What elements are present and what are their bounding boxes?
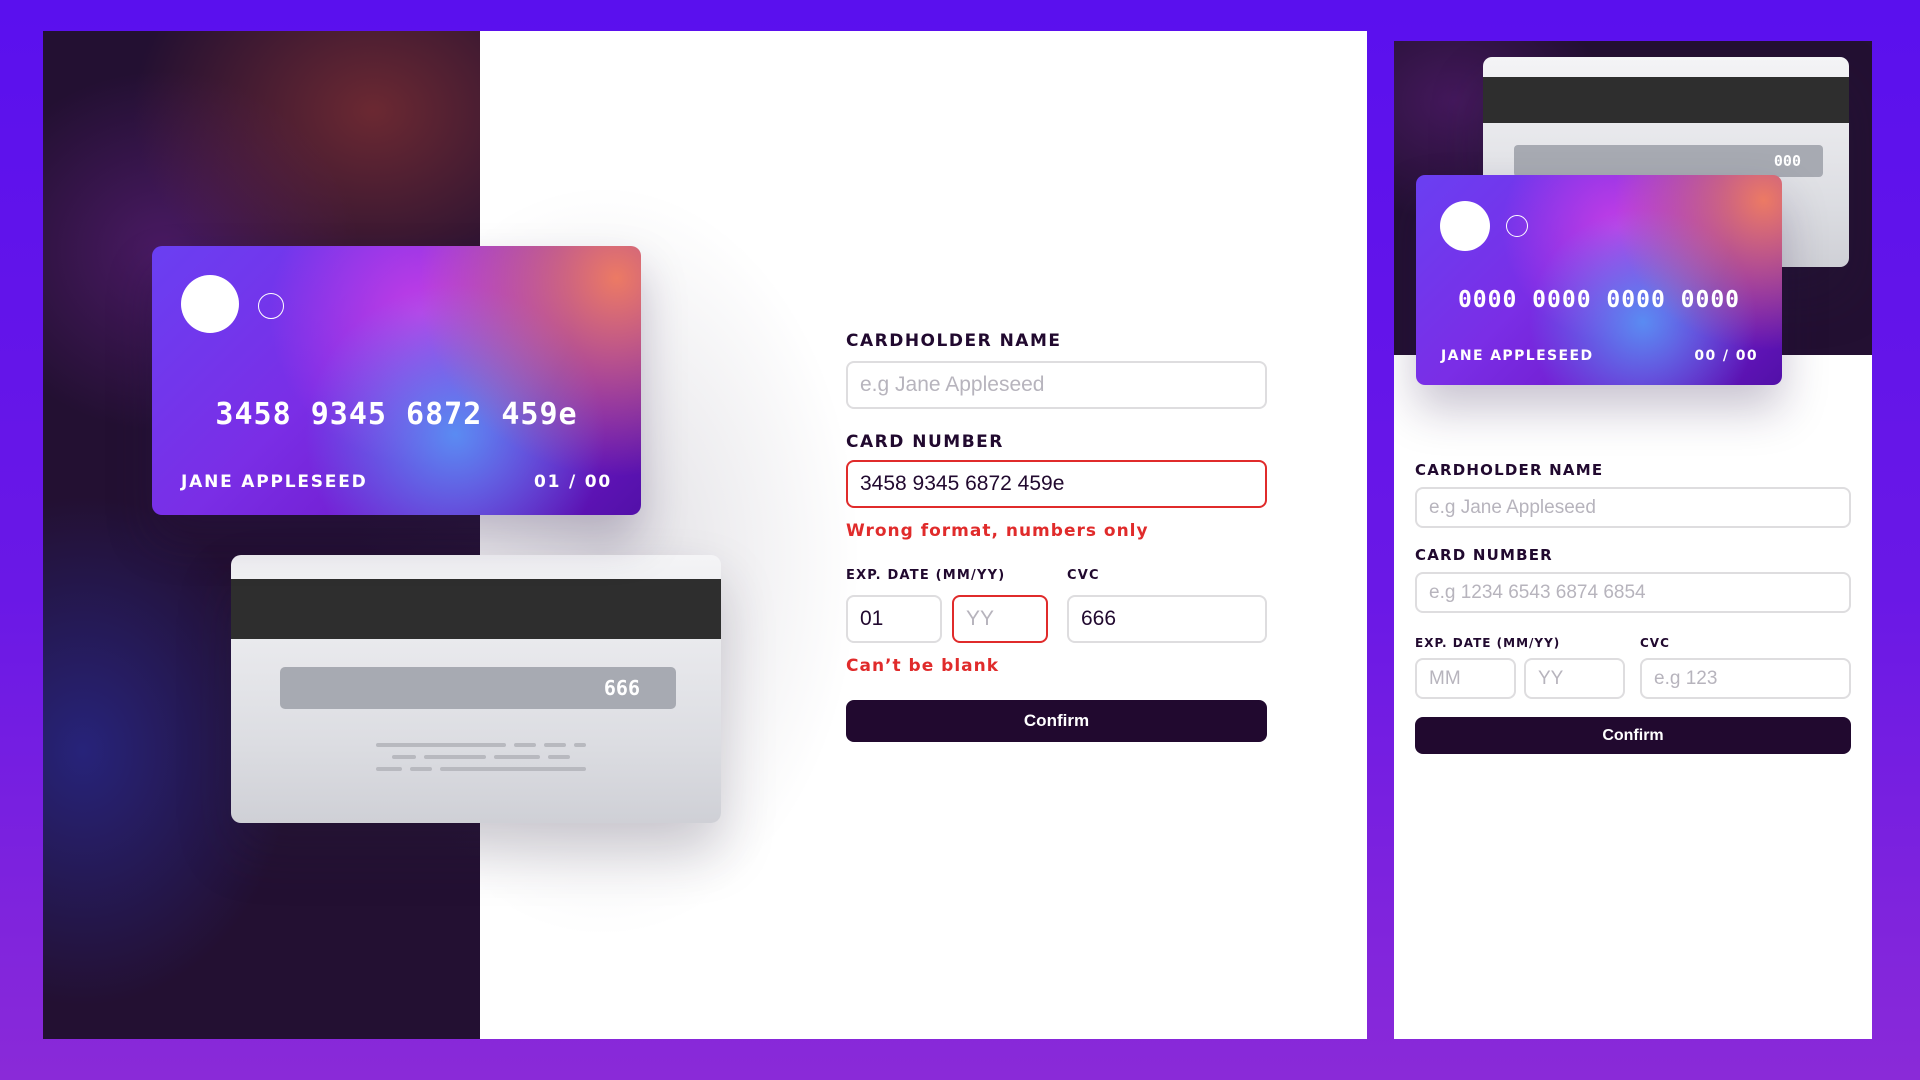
mobile-card-front: 0000 0000 0000 0000 JANE APPLESEED 00 / … xyxy=(1416,175,1782,385)
exp-date-label: EXP. DATE (MM/YY) xyxy=(846,568,1006,583)
cardholder-name-input[interactable] xyxy=(846,361,1267,409)
mobile-cvc-strip: 000 xyxy=(1514,145,1823,177)
signature-line xyxy=(424,755,486,759)
mobile-exp-year-input[interactable] xyxy=(1524,658,1625,699)
cardholder-name-label: CARDHOLDER NAME xyxy=(846,331,1062,351)
mobile-preview: 000 0000 0000 0000 0000 JANE APPLESEED 0… xyxy=(1394,41,1872,1039)
mobile-card-number-display: 0000 0000 0000 0000 xyxy=(1457,287,1741,313)
card-logo-circle xyxy=(181,275,239,333)
mobile-card-logo-circle xyxy=(1440,201,1490,251)
mobile-card-logo-ring xyxy=(1506,215,1528,237)
mobile-card-expiry-display: 00 / 00 xyxy=(1694,348,1758,364)
signature-line xyxy=(440,767,586,771)
signature-line xyxy=(574,743,586,747)
signature-line xyxy=(514,743,536,747)
mobile-card-back-cvc: 000 xyxy=(1773,152,1801,170)
card-back-cvc: 666 xyxy=(603,676,640,700)
magnetic-stripe xyxy=(231,579,721,639)
mobile-cardholder-name-input[interactable] xyxy=(1415,487,1851,528)
signature-line xyxy=(392,755,416,759)
mobile-card-number-input[interactable] xyxy=(1415,572,1851,613)
card-back: 666 xyxy=(231,555,721,823)
signature-line xyxy=(410,767,432,771)
cvc-strip: 666 xyxy=(280,667,676,709)
exp-month-input[interactable] xyxy=(846,595,942,643)
mobile-cvc-label: CVC xyxy=(1640,636,1670,650)
mobile-card-number-label: CARD NUMBER xyxy=(1415,546,1553,564)
mobile-cvc-input[interactable] xyxy=(1640,658,1851,699)
exp-date-error: Can’t be blank xyxy=(846,656,1000,676)
mobile-exp-month-input[interactable] xyxy=(1415,658,1516,699)
confirm-button[interactable]: Confirm xyxy=(846,700,1267,742)
signature-line xyxy=(544,743,566,747)
mobile-magnetic-stripe xyxy=(1483,77,1849,123)
mobile-card-holder-display: JANE APPLESEED xyxy=(1441,348,1594,364)
card-number-input[interactable] xyxy=(846,460,1267,508)
mobile-confirm-button[interactable]: Confirm xyxy=(1415,717,1851,754)
desktop-preview: 666 3458 9345 6872 459e JANE APPLESEED 0… xyxy=(43,31,1367,1039)
card-expiry-display: 01 / 00 xyxy=(534,472,612,492)
card-logo-ring xyxy=(258,293,284,319)
exp-year-input[interactable] xyxy=(952,595,1048,643)
signature-line xyxy=(376,743,506,747)
cvc-input[interactable] xyxy=(1067,595,1267,643)
card-number-display: 3458 9345 6872 459e xyxy=(215,397,578,432)
card-number-label: CARD NUMBER xyxy=(846,432,1004,452)
mobile-cardholder-name-label: CARDHOLDER NAME xyxy=(1415,461,1604,479)
card-front: 3458 9345 6872 459e JANE APPLESEED 01 / … xyxy=(152,246,641,515)
signature-line xyxy=(548,755,570,759)
cvc-label: CVC xyxy=(1067,568,1100,583)
card-holder-display: JANE APPLESEED xyxy=(181,472,368,492)
card-number-error: Wrong format, numbers only xyxy=(846,521,1149,541)
mobile-exp-date-label: EXP. DATE (MM/YY) xyxy=(1415,636,1561,650)
signature-line xyxy=(376,767,402,771)
signature-line xyxy=(494,755,540,759)
